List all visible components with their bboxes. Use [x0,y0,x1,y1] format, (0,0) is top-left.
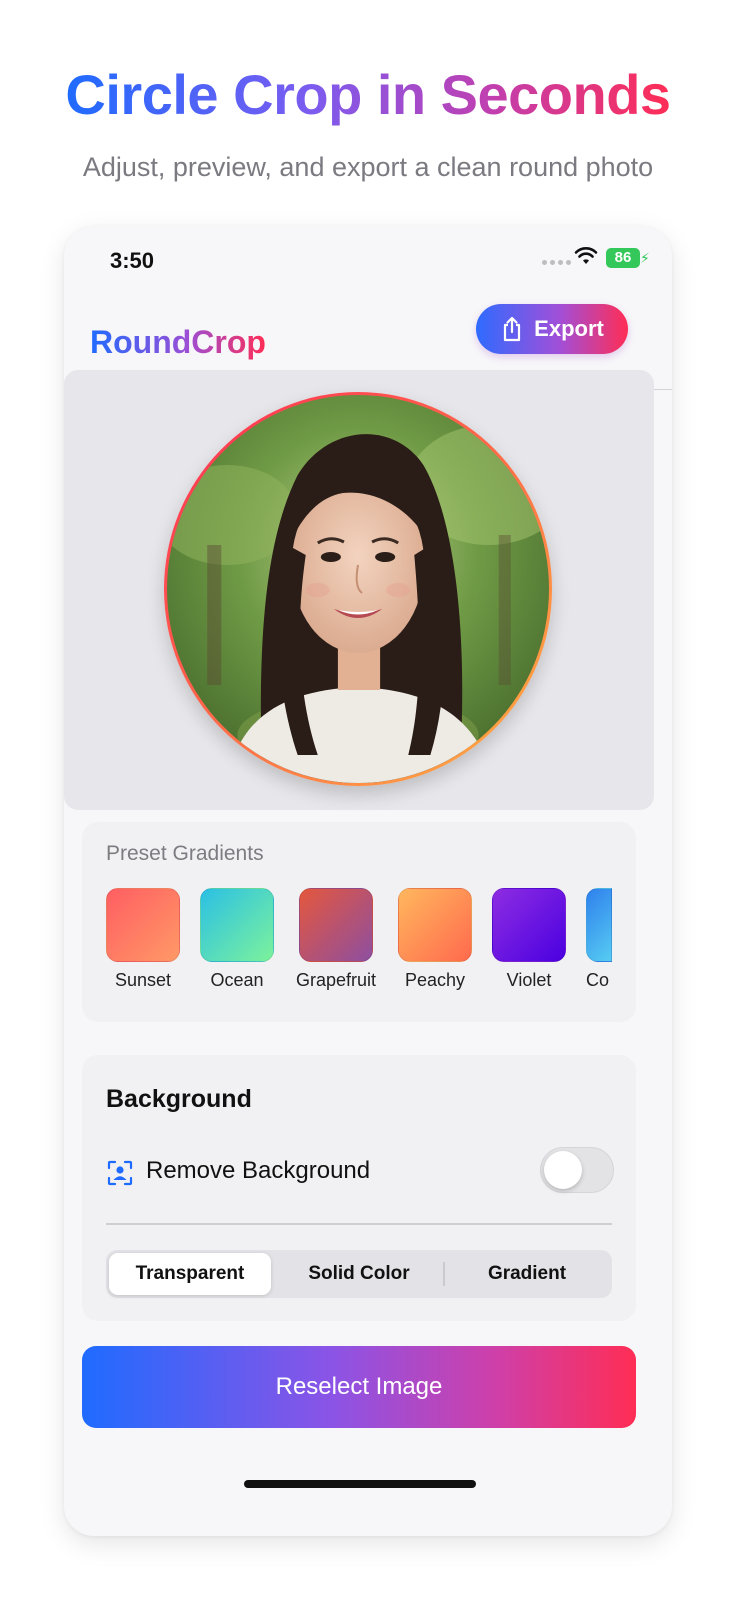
swatch-peachy[interactable] [398,888,472,962]
toggle-knob [544,1151,582,1189]
swatch-sunset[interactable] [106,888,180,962]
background-title: Background [106,1085,252,1113]
remove-background-toggle[interactable] [540,1147,614,1193]
status-time: 3:50 [110,248,155,273]
swatch-violet[interactable] [492,888,566,962]
promo-subheadline: Adjust, preview, and export a clean roun… [82,152,654,182]
swatch-label-ocean: Ocean [210,970,264,990]
swatch-label-peachy: Peachy [404,970,466,990]
crop-preview-area [64,370,654,810]
portrait-image [167,395,549,783]
share-icon [504,316,521,342]
swatch-label-violet: Violet [506,970,552,990]
battery-icon: 86 [606,248,640,268]
segment-gradient[interactable]: Gradient [445,1253,609,1295]
phone-screen: 3:50 86 ⚡ RoundCrop Export Preset Gradie… [64,226,672,1536]
remove-background-label: Remove Background [146,1157,371,1184]
background-mode-segmented-control: Transparent Solid Color Gradient [106,1250,612,1298]
home-indicator[interactable] [244,1480,476,1488]
preset-gradients-label: Preset Gradients [106,842,264,865]
segment-solid-color[interactable]: Solid Color [275,1253,443,1295]
signal-icon [542,260,571,265]
wifi-icon [574,247,598,264]
swatch-label-grapefruit: Grapefruit [295,970,377,990]
app-title: RoundCrop [90,324,266,360]
cropped-photo[interactable] [164,392,552,786]
preset-gradients-card: Preset Gradients Sunset Ocean Grapefruit… [82,822,636,1022]
promo-headline: Circle Crop in Seconds [65,63,671,126]
export-button[interactable]: Export [476,304,628,354]
swatch-label-co: Co [586,970,610,990]
reselect-image-button[interactable]: Reselect Image [82,1346,636,1428]
charging-bolt-icon: ⚡ [640,250,650,266]
segment-transparent[interactable]: Transparent [109,1253,271,1295]
person-crop-icon [107,1160,133,1186]
swatch-ocean[interactable] [200,888,274,962]
swatch-label-sunset: Sunset [114,970,172,990]
swatch-co[interactable] [586,888,612,962]
status-bar: 3:50 86 ⚡ [64,226,672,286]
swatch-grapefruit[interactable] [299,888,373,962]
divider [106,1223,612,1225]
background-card: Background Remove Background Transparent… [82,1055,636,1321]
export-label: Export [534,316,604,341]
